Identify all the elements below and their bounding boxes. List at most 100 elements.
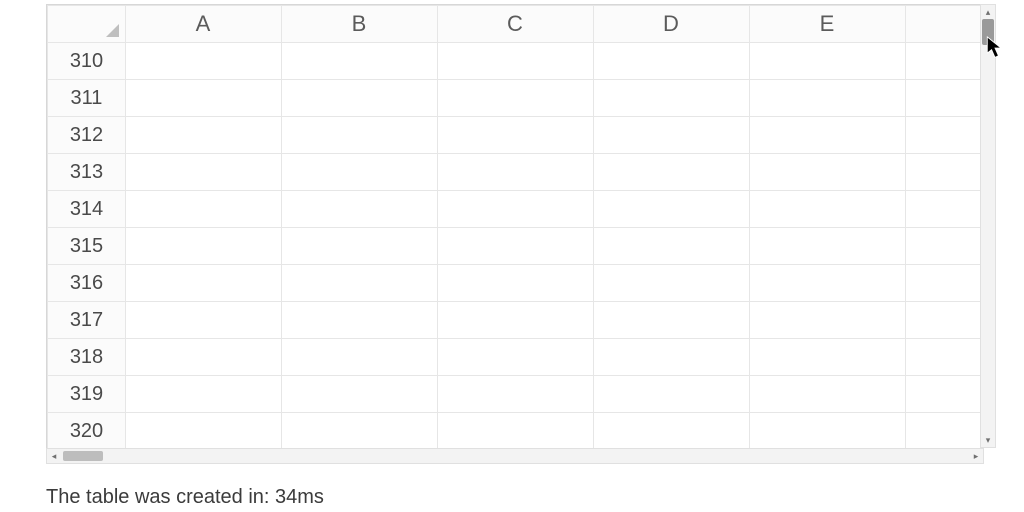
cell-B320[interactable] [282, 413, 438, 450]
row-header[interactable]: 319 [48, 376, 126, 413]
row-header[interactable]: 317 [48, 302, 126, 339]
row-header[interactable]: 314 [48, 191, 126, 228]
cell-A310[interactable] [126, 43, 282, 80]
cell-A316[interactable] [126, 265, 282, 302]
row-header[interactable]: 316 [48, 265, 126, 302]
cell-E314[interactable] [750, 191, 906, 228]
cell-E310[interactable] [750, 43, 906, 80]
column-header-B[interactable]: B [282, 6, 438, 43]
cell-extra-317[interactable] [906, 302, 984, 339]
vertical-scrollbar[interactable]: ▴ ▾ [980, 4, 996, 448]
cell-D316[interactable] [594, 265, 750, 302]
cell-C314[interactable] [438, 191, 594, 228]
cell-extra-312[interactable] [906, 117, 984, 154]
cell-D313[interactable] [594, 154, 750, 191]
cell-E313[interactable] [750, 154, 906, 191]
cell-B316[interactable] [282, 265, 438, 302]
cell-A315[interactable] [126, 228, 282, 265]
column-header-extra[interactable] [906, 6, 984, 43]
cell-C315[interactable] [438, 228, 594, 265]
table-row: 320 [48, 413, 984, 450]
row-header[interactable]: 315 [48, 228, 126, 265]
cell-D315[interactable] [594, 228, 750, 265]
cell-A317[interactable] [126, 302, 282, 339]
scroll-up-arrow-icon[interactable]: ▴ [981, 5, 995, 19]
cell-B313[interactable] [282, 154, 438, 191]
vertical-scroll-thumb[interactable] [982, 19, 994, 45]
column-header-A[interactable]: A [126, 6, 282, 43]
cell-D314[interactable] [594, 191, 750, 228]
cell-extra-314[interactable] [906, 191, 984, 228]
table-row: 311 [48, 80, 984, 117]
cell-C313[interactable] [438, 154, 594, 191]
cell-B319[interactable] [282, 376, 438, 413]
cell-B310[interactable] [282, 43, 438, 80]
cell-C310[interactable] [438, 43, 594, 80]
cell-E317[interactable] [750, 302, 906, 339]
horizontal-scroll-thumb[interactable] [63, 451, 103, 461]
row-header[interactable]: 320 [48, 413, 126, 450]
cell-E315[interactable] [750, 228, 906, 265]
cell-extra-311[interactable] [906, 80, 984, 117]
cell-E311[interactable] [750, 80, 906, 117]
cell-A318[interactable] [126, 339, 282, 376]
cell-extra-319[interactable] [906, 376, 984, 413]
cell-E319[interactable] [750, 376, 906, 413]
cell-A320[interactable] [126, 413, 282, 450]
scroll-left-arrow-icon[interactable]: ◂ [47, 449, 61, 463]
row-header[interactable]: 313 [48, 154, 126, 191]
row-header[interactable]: 312 [48, 117, 126, 154]
cell-extra-313[interactable] [906, 154, 984, 191]
spreadsheet-viewport: A B C D E 310311312313314315316317318319… [46, 4, 983, 448]
cell-A313[interactable] [126, 154, 282, 191]
cell-C316[interactable] [438, 265, 594, 302]
cell-C311[interactable] [438, 80, 594, 117]
cell-B314[interactable] [282, 191, 438, 228]
select-all-corner[interactable] [48, 6, 126, 43]
cell-B318[interactable] [282, 339, 438, 376]
row-header[interactable]: 310 [48, 43, 126, 80]
cell-D320[interactable] [594, 413, 750, 450]
spreadsheet-grid[interactable]: A B C D E 310311312313314315316317318319… [47, 5, 984, 450]
cell-E318[interactable] [750, 339, 906, 376]
cell-D311[interactable] [594, 80, 750, 117]
table-row: 313 [48, 154, 984, 191]
cell-D312[interactable] [594, 117, 750, 154]
table-row: 317 [48, 302, 984, 339]
cell-E320[interactable] [750, 413, 906, 450]
cell-extra-320[interactable] [906, 413, 984, 450]
cell-C317[interactable] [438, 302, 594, 339]
cell-A312[interactable] [126, 117, 282, 154]
cell-C319[interactable] [438, 376, 594, 413]
cell-D317[interactable] [594, 302, 750, 339]
row-header[interactable]: 318 [48, 339, 126, 376]
cell-B311[interactable] [282, 80, 438, 117]
table-row: 312 [48, 117, 984, 154]
vertical-scroll-track[interactable] [981, 19, 995, 433]
cell-A319[interactable] [126, 376, 282, 413]
cell-A314[interactable] [126, 191, 282, 228]
horizontal-scrollbar[interactable]: ◂ ▸ [46, 448, 984, 464]
cell-E312[interactable] [750, 117, 906, 154]
scroll-down-arrow-icon[interactable]: ▾ [981, 433, 995, 447]
cell-E316[interactable] [750, 265, 906, 302]
scroll-right-arrow-icon[interactable]: ▸ [969, 449, 983, 463]
cell-B317[interactable] [282, 302, 438, 339]
cell-extra-310[interactable] [906, 43, 984, 80]
cell-extra-318[interactable] [906, 339, 984, 376]
cell-A311[interactable] [126, 80, 282, 117]
column-header-E[interactable]: E [750, 6, 906, 43]
column-header-C[interactable]: C [438, 6, 594, 43]
cell-C320[interactable] [438, 413, 594, 450]
cell-extra-315[interactable] [906, 228, 984, 265]
cell-D310[interactable] [594, 43, 750, 80]
cell-C318[interactable] [438, 339, 594, 376]
cell-C312[interactable] [438, 117, 594, 154]
cell-D319[interactable] [594, 376, 750, 413]
cell-B312[interactable] [282, 117, 438, 154]
row-header[interactable]: 311 [48, 80, 126, 117]
cell-extra-316[interactable] [906, 265, 984, 302]
cell-D318[interactable] [594, 339, 750, 376]
cell-B315[interactable] [282, 228, 438, 265]
column-header-D[interactable]: D [594, 6, 750, 43]
